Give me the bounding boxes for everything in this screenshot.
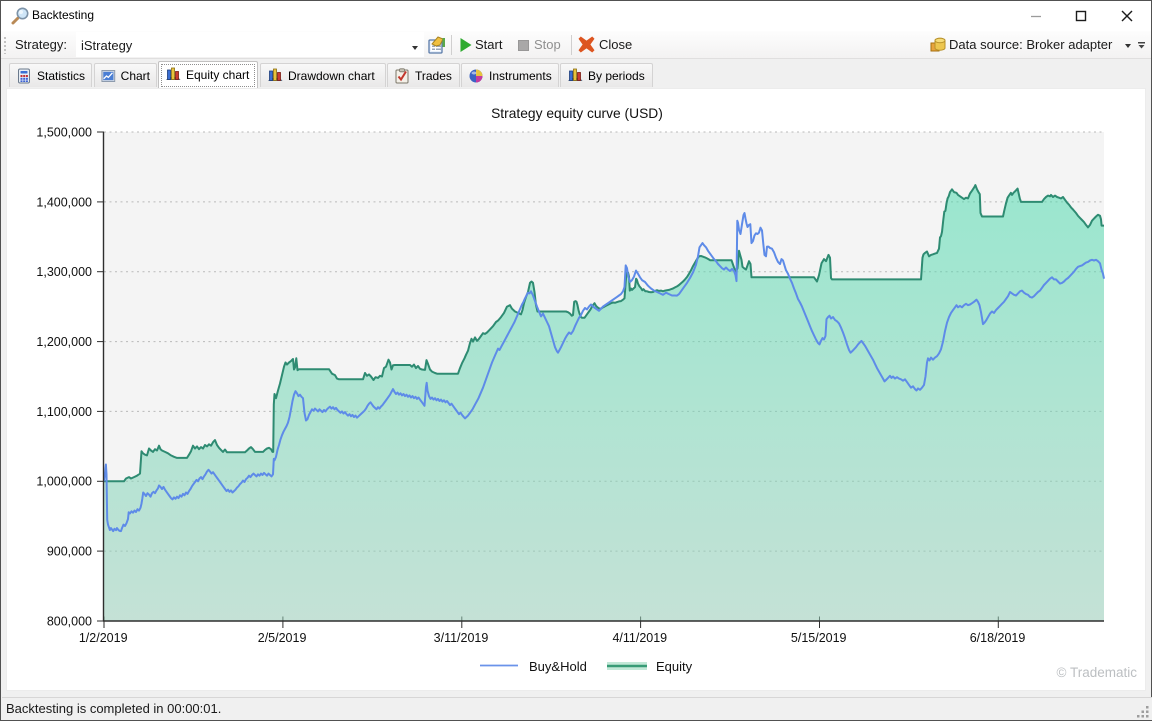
svg-text:1,300,000: 1,300,000 [36,265,92,279]
svg-text:3/11/2019: 3/11/2019 [434,631,489,645]
svg-text:900,000: 900,000 [47,545,92,559]
svg-text:2/5/2019: 2/5/2019 [258,631,307,645]
svg-text:Strategy equity curve (USD): Strategy equity curve (USD) [491,106,663,121]
svg-text:6/18/2019: 6/18/2019 [970,631,1026,645]
svg-text:1,100,000: 1,100,000 [36,405,92,419]
svg-text:Equity: Equity [656,659,693,674]
svg-text:1,200,000: 1,200,000 [36,335,92,349]
svg-text:5/15/2019: 5/15/2019 [791,631,847,645]
svg-text:© Tradematic: © Tradematic [1057,665,1138,680]
svg-text:1,400,000: 1,400,000 [36,195,92,209]
svg-text:800,000: 800,000 [47,614,92,628]
svg-text:Buy&Hold: Buy&Hold [529,659,587,674]
svg-text:1,500,000: 1,500,000 [36,125,92,139]
svg-text:1/2/2019: 1/2/2019 [79,631,128,645]
svg-text:1,000,000: 1,000,000 [36,475,92,489]
svg-text:4/11/2019: 4/11/2019 [612,631,667,645]
